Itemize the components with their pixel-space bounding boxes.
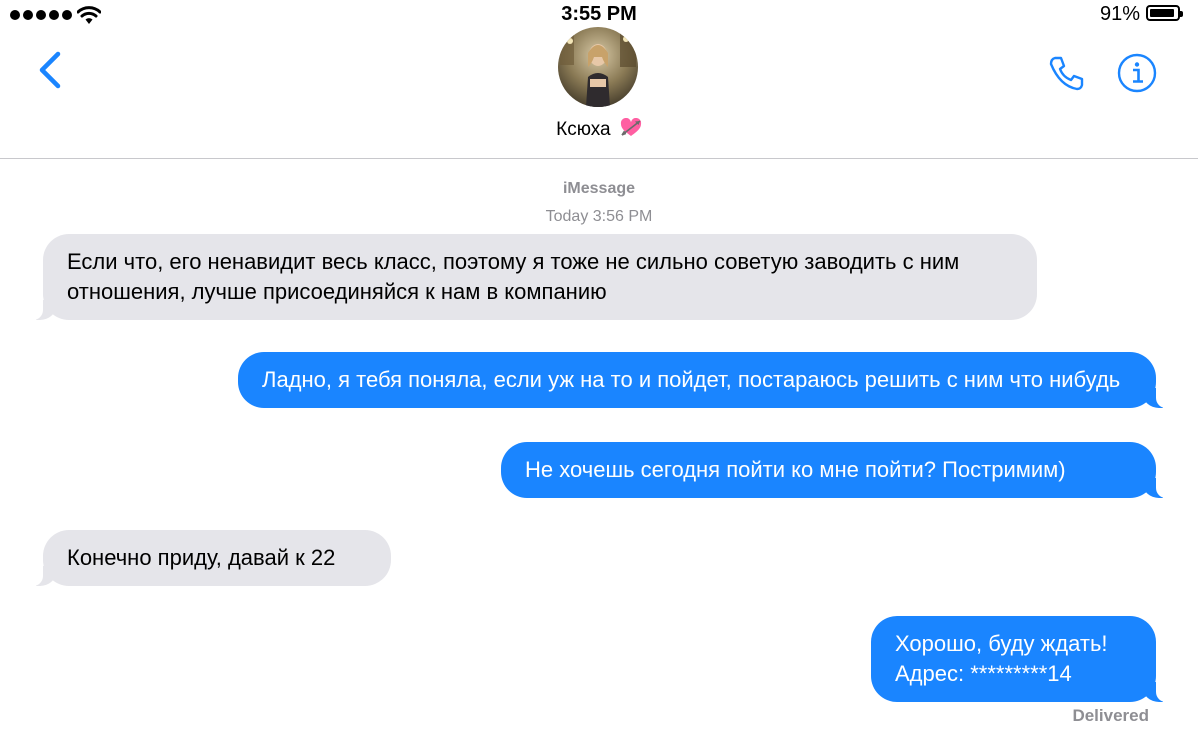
contact-name-text: Ксюха [556,119,611,140]
header-divider [0,158,1198,159]
info-icon [1117,53,1157,93]
battery-percent: 91% [1100,3,1141,25]
status-time: 3:55 PM [561,3,637,25]
message-text: Не хочешь сегодня пойти ко мне пойти? По… [525,457,1066,482]
message-text: Конечно приду, давай к 22 [67,545,336,570]
message-timestamp: Today 3:56 PM [545,208,653,225]
back-button[interactable] [32,48,68,92]
battery-fill [1150,9,1174,17]
incoming-message-bubble[interactable]: Если что, его ненавидит весь класс, поэт… [17,234,1037,320]
phone-button[interactable] [1046,52,1088,94]
heart-with-arrow-icon [620,118,641,136]
delivery-status: Delivered [1072,706,1149,725]
battery-icon [1146,5,1183,21]
back-chevron-icon [39,51,61,89]
message-text: Хорошо, буду ждать! Адрес: *********14 [895,631,1108,686]
phone-icon [1049,56,1084,91]
message-text: Если что, его ненавидит весь класс, поэт… [67,249,960,304]
message-text: Ладно, я тебя поняла, если уж на то и по… [262,367,1121,392]
outgoing-message-bubble[interactable]: Не хочешь сегодня пойти ко мне пойти? По… [501,442,1182,498]
outgoing-message-bubble[interactable]: Ладно, я тебя поняла, если уж на то и по… [238,352,1182,408]
service-label: iMessage [562,180,636,197]
incoming-message-bubble[interactable]: Конечно приду, давай к 22 [17,530,391,586]
contact-avatar[interactable] [558,27,638,107]
outgoing-message-bubble[interactable]: Хорошо, буду ждать! Адрес: *********14 [871,616,1182,702]
status-bar: 3:55 PM 91% [0,0,1198,30]
info-button[interactable] [1116,52,1158,94]
contact-name[interactable]: Ксюха [0,118,1198,141]
avatar-photo [558,27,638,107]
